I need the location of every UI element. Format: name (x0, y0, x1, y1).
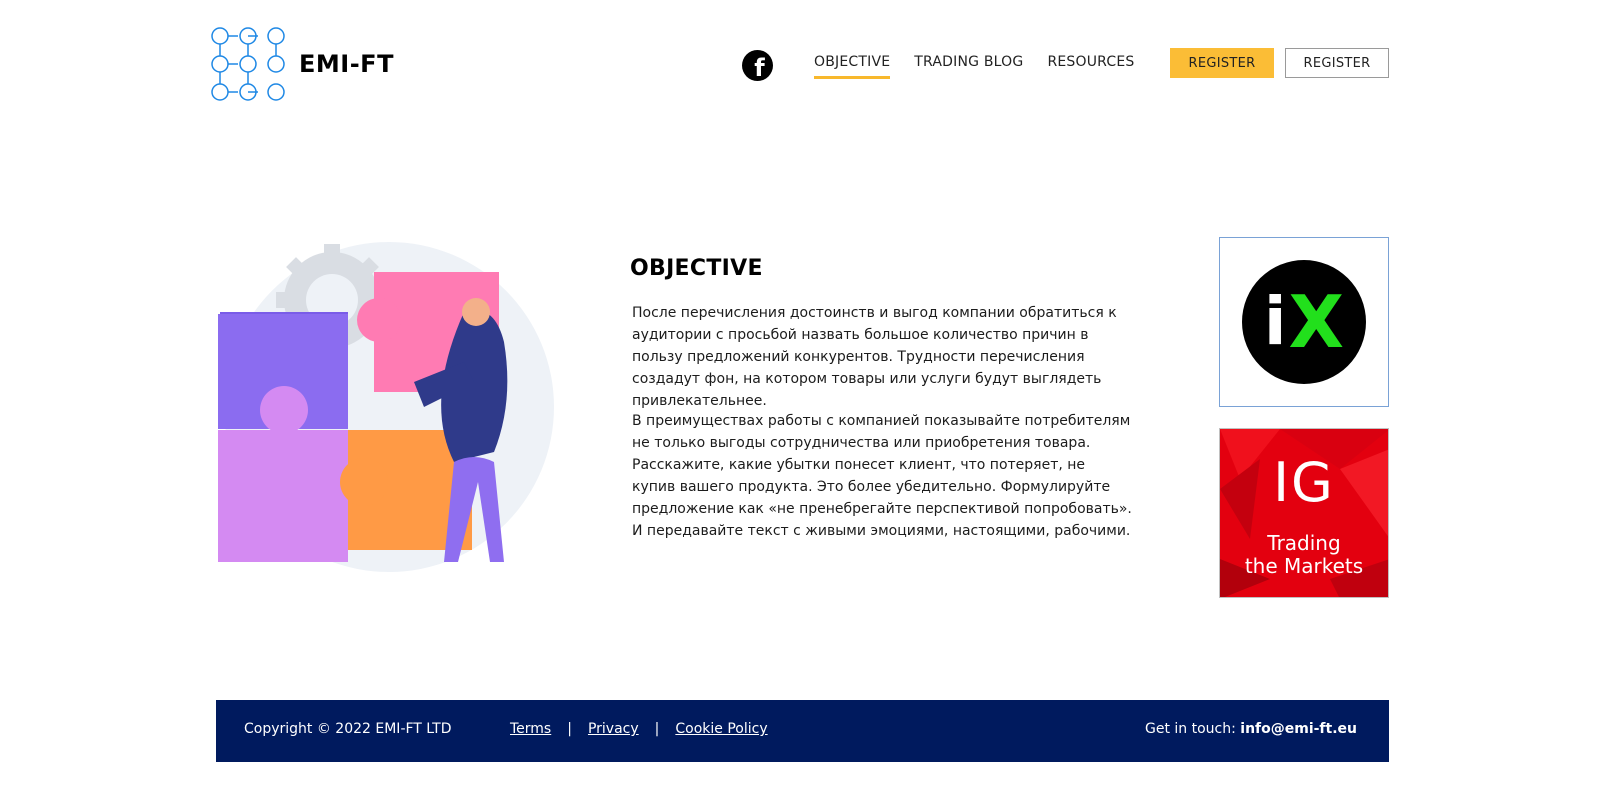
logo-grid-icon (211, 27, 285, 101)
cookie-policy-link[interactable]: Cookie Policy (675, 721, 767, 737)
copyright-text: Copyright © 2022 EMI-FT LTD (244, 721, 452, 737)
paragraph-1: После перечисления достоинств и выгод ко… (632, 305, 1117, 409)
register-button-secondary[interactable]: REGISTER (1285, 48, 1389, 78)
footer-separator: | (567, 721, 572, 737)
ig-tagline-line2: the Markets (1244, 554, 1364, 578)
ix-logo-i: i (1263, 283, 1287, 360)
contact-email[interactable]: info@emi-ft.eu (1240, 721, 1357, 737)
ig-logo-letters: IG (1273, 451, 1335, 514)
terms-link[interactable]: Terms (510, 721, 551, 737)
ig-partner-logo[interactable]: IG Trading the Markets (1219, 428, 1389, 598)
contact: Get in touch: info@emi-ft.eu (1145, 721, 1357, 737)
footer-links: Terms | Privacy | Cookie Policy (510, 721, 768, 737)
nav-item-objective[interactable]: OBJECTIVE (814, 54, 891, 79)
logo-text: EMI-FT (299, 50, 394, 78)
ix-logo-circle: iX (1242, 260, 1366, 384)
ix-partner-logo[interactable]: iX (1219, 237, 1389, 407)
logo[interactable]: EMI-FT (211, 27, 394, 101)
nav-item-trading-blog[interactable]: TRADING BLOG (914, 54, 1023, 79)
privacy-link[interactable]: Privacy (588, 721, 639, 737)
main-nav: OBJECTIVE TRADING BLOG RESOURCES (814, 54, 1159, 79)
ig-tagline-line1: Trading (1267, 531, 1341, 555)
puzzle-illustration (218, 242, 554, 572)
footer-separator: | (654, 721, 660, 737)
facebook-icon[interactable]: f (742, 50, 773, 81)
page-title: OBJECTIVE (630, 256, 763, 281)
ix-logo-x: X (1288, 280, 1345, 364)
contact-label: Get in touch: (1144, 721, 1241, 737)
nav-item-resources[interactable]: RESOURCES (1047, 54, 1134, 79)
paragraph-2: В преимуществах работы с компанией показ… (632, 413, 1132, 539)
footer: Copyright © 2022 EMI-FT LTD Terms | Priv… (216, 700, 1389, 762)
register-button-primary[interactable]: REGISTER (1170, 48, 1274, 78)
